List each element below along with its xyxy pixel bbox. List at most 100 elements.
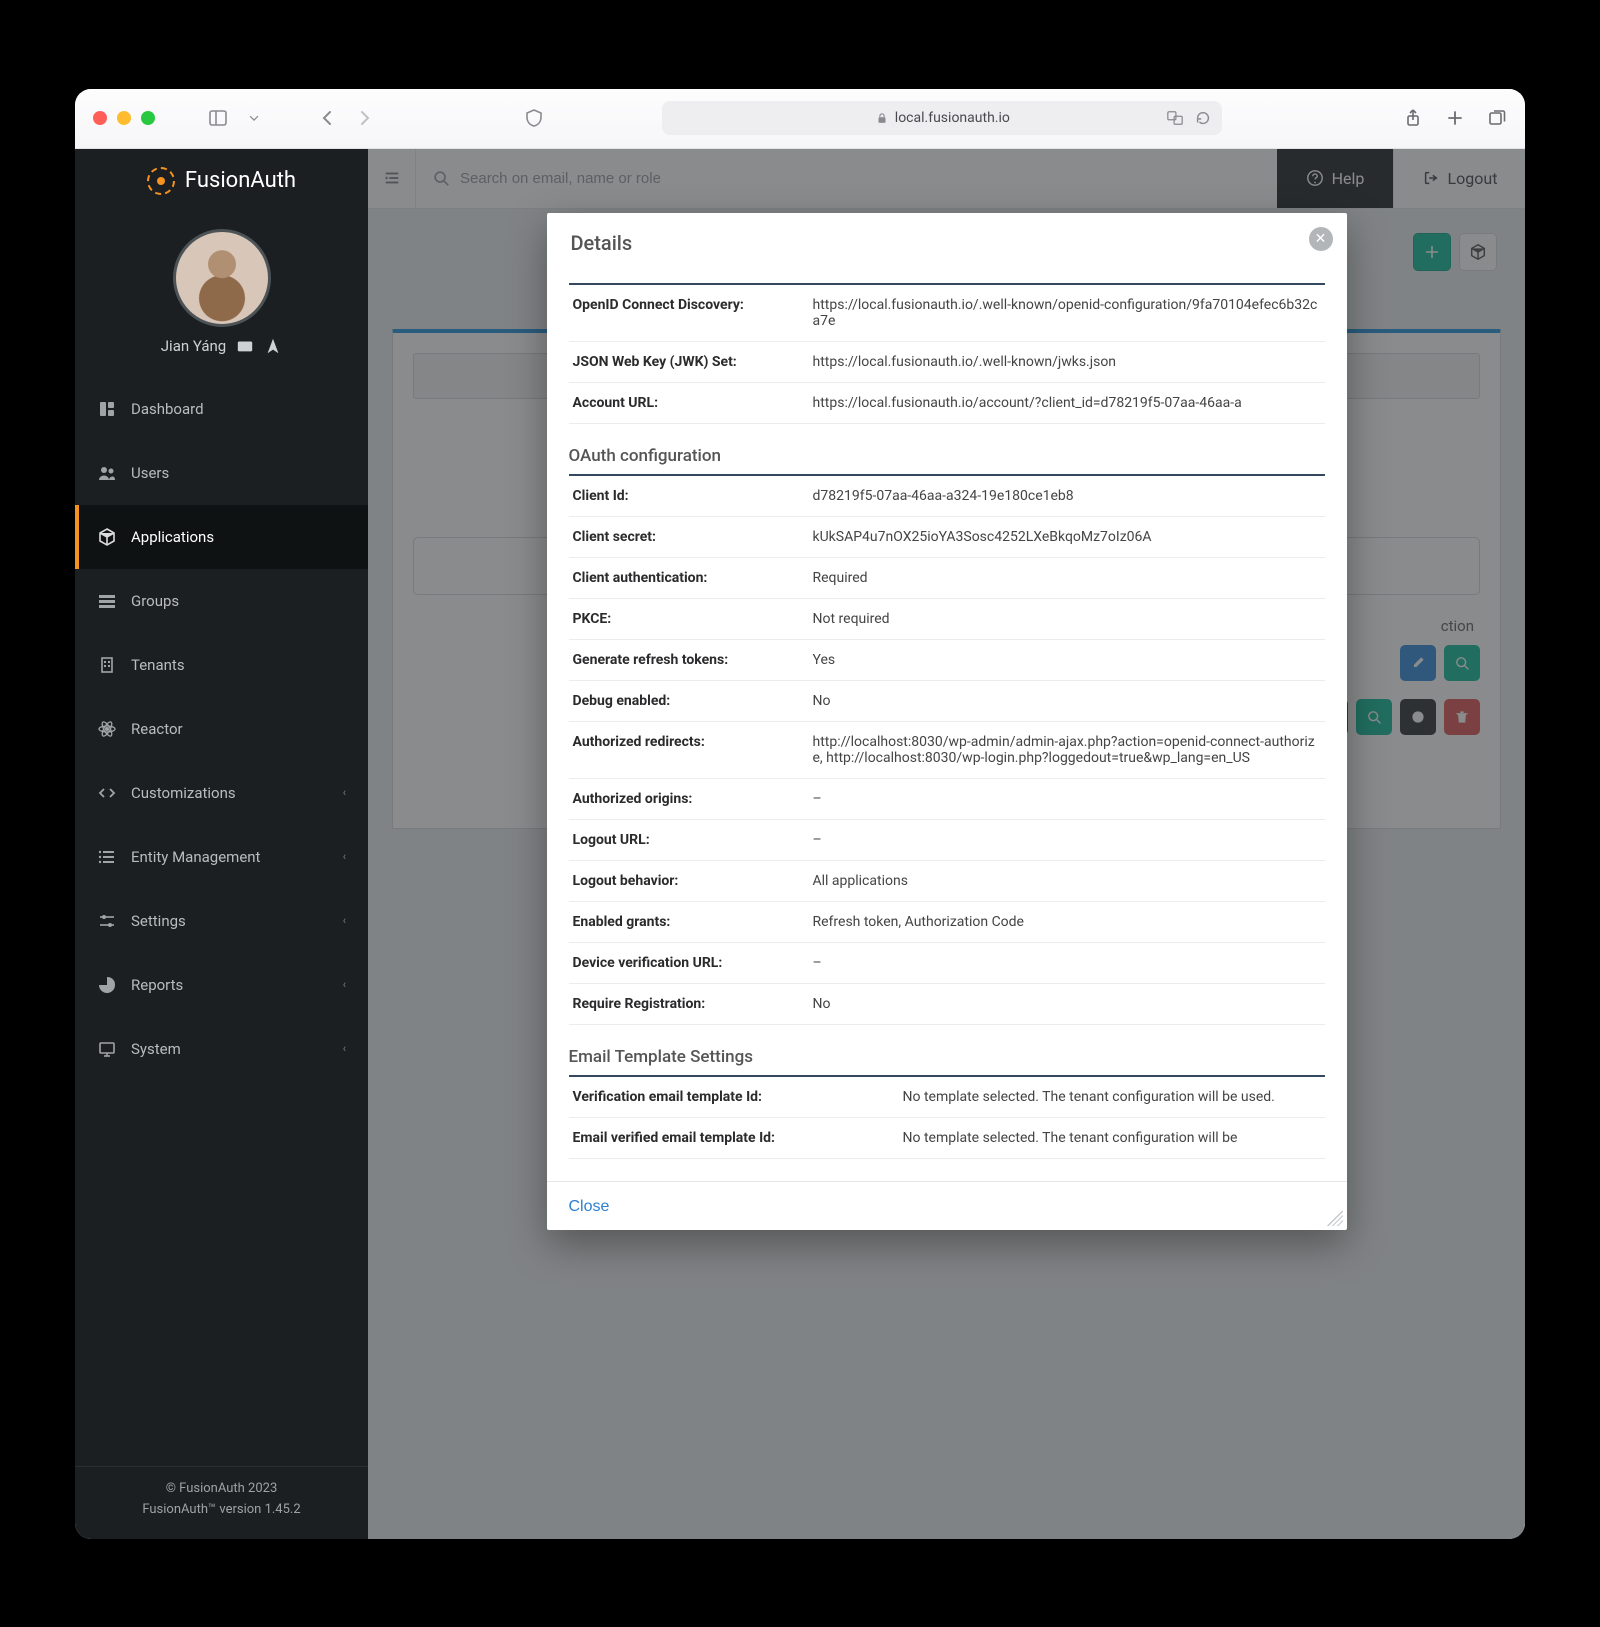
sidebar-item-applications[interactable]: Applications bbox=[75, 505, 368, 569]
urls-section: OpenID Connect Discovery: https://local.f… bbox=[569, 283, 1325, 424]
back-button[interactable] bbox=[317, 107, 339, 129]
detail-label: PKCE: bbox=[573, 611, 793, 627]
detail-value: – bbox=[813, 791, 1321, 807]
sidebar-item-label: Users bbox=[131, 464, 169, 482]
url-bar[interactable]: local.fusionauth.io bbox=[662, 101, 1222, 135]
main: Help Logout bbox=[368, 149, 1525, 1539]
groups-icon bbox=[97, 591, 117, 611]
sidebar-item-dashboard[interactable]: Dashboard bbox=[75, 377, 368, 441]
copyright-text: © FusionAuth 2023 bbox=[75, 1479, 368, 1500]
detail-label: Device verification URL: bbox=[573, 955, 793, 971]
detail-row: Account URL: https://local.fusionauth.io/… bbox=[569, 383, 1325, 424]
detail-value: https://local.fusionauth.io/.well-known/… bbox=[813, 354, 1321, 370]
detail-value: Yes bbox=[813, 652, 1321, 668]
cube-icon bbox=[97, 527, 117, 547]
detail-label: Client secret: bbox=[573, 529, 793, 545]
id-card-icon[interactable] bbox=[236, 337, 254, 355]
logo: FusionAuth bbox=[75, 149, 368, 213]
sidebar-item-reactor[interactable]: Reactor bbox=[75, 697, 368, 761]
modal-body[interactable]: OpenID Connect Discovery: https://local.f… bbox=[547, 273, 1347, 1181]
logo-icon bbox=[147, 167, 175, 195]
detail-row: Device verification URL:– bbox=[569, 943, 1325, 984]
resize-handle[interactable] bbox=[1327, 1210, 1343, 1226]
detail-label: Logout behavior: bbox=[573, 873, 793, 889]
sidebar-item-label: Groups bbox=[131, 592, 179, 610]
sidebar-footer: © FusionAuth 2023 FusionAuth™ version 1.… bbox=[75, 1466, 368, 1539]
detail-value: Refresh token, Authorization Code bbox=[813, 914, 1321, 930]
minimize-window-button[interactable] bbox=[117, 111, 131, 125]
detail-label: Logout URL: bbox=[573, 832, 793, 848]
detail-row: Authorized redirects:http://localhost:80… bbox=[569, 722, 1325, 779]
version-text: FusionAuth™ version 1.45.2 bbox=[75, 1500, 368, 1521]
chevron-left-icon: ‹ bbox=[343, 978, 346, 991]
detail-label: Client Id: bbox=[573, 488, 793, 504]
sidebar-item-system[interactable]: System‹ bbox=[75, 1017, 368, 1081]
chevron-left-icon: ‹ bbox=[343, 850, 346, 863]
detail-value: https://local.fusionauth.io/account/?cli… bbox=[813, 395, 1321, 411]
oauth-section: Client Id:d78219f5-07aa-46aa-a324-19e180… bbox=[569, 474, 1325, 1025]
detail-row: PKCE: Not required bbox=[569, 599, 1325, 640]
browser-chrome: local.fusionauth.io bbox=[75, 89, 1525, 149]
detail-row: OpenID Connect Discovery: https://local.f… bbox=[569, 285, 1325, 342]
modal-overlay[interactable]: Details ✕ OpenID Connect Discovery: https… bbox=[368, 149, 1525, 1539]
tabs-icon[interactable] bbox=[1487, 108, 1507, 128]
detail-label: OpenID Connect Discovery: bbox=[573, 297, 793, 329]
atom-icon bbox=[97, 719, 117, 739]
detail-row: Client Id:d78219f5-07aa-46aa-a324-19e180… bbox=[569, 476, 1325, 517]
detail-row: Client authentication:Required bbox=[569, 558, 1325, 599]
privacy-shield-icon[interactable] bbox=[523, 107, 545, 129]
detail-row: Enabled grants: Refresh token, Authorizat… bbox=[569, 902, 1325, 943]
sidebar: FusionAuth Jian Yáng DashboardUsersAppli… bbox=[75, 149, 368, 1539]
detail-value: All applications bbox=[813, 873, 1321, 889]
avatar[interactable] bbox=[173, 229, 271, 327]
sidebar-item-customizations[interactable]: Customizations‹ bbox=[75, 761, 368, 825]
modal-footer: Close bbox=[547, 1181, 1347, 1230]
tab-group-dropdown[interactable] bbox=[243, 107, 265, 129]
detail-label: Enabled grants: bbox=[573, 914, 793, 930]
detail-row: JSON Web Key (JWK) Set:https://local.fus… bbox=[569, 342, 1325, 383]
location-icon[interactable] bbox=[264, 337, 282, 355]
browser-window: local.fusionauth.io FusionAuth bbox=[75, 89, 1525, 1539]
close-window-button[interactable] bbox=[93, 111, 107, 125]
maximize-window-button[interactable] bbox=[141, 111, 155, 125]
detail-label: Authorized redirects: bbox=[573, 734, 793, 766]
detail-value: No template selected. The tenant configu… bbox=[903, 1130, 1321, 1146]
monitor-icon bbox=[97, 1039, 117, 1059]
reload-icon[interactable] bbox=[1194, 109, 1212, 127]
sidebar-toggle-button[interactable] bbox=[207, 107, 229, 129]
detail-label: Account URL: bbox=[573, 395, 793, 411]
list-icon bbox=[97, 847, 117, 867]
window-controls bbox=[93, 111, 155, 125]
sidebar-item-entity-management[interactable]: Entity Management ‹ bbox=[75, 825, 368, 889]
detail-row: Client secret:kUkSAP4u7nOX25ioYA3Sosc425… bbox=[569, 517, 1325, 558]
sidebar-item-label: Entity Management bbox=[131, 848, 260, 866]
url-host: local.fusionauth.io bbox=[895, 110, 1010, 126]
pie-icon bbox=[97, 975, 117, 995]
sliders-icon bbox=[97, 911, 117, 931]
building-icon bbox=[97, 655, 117, 675]
users-icon bbox=[97, 463, 117, 483]
modal-close-button[interactable]: ✕ bbox=[1309, 227, 1333, 251]
sidebar-item-settings[interactable]: Settings‹ bbox=[75, 889, 368, 953]
modal-title: Details bbox=[571, 231, 633, 255]
sidebar-item-label: System bbox=[131, 1040, 181, 1058]
detail-value: https://local.fusionauth.io/.well-known/… bbox=[813, 297, 1321, 329]
modal-close-link[interactable]: Close bbox=[569, 1198, 610, 1216]
share-icon[interactable] bbox=[1403, 108, 1423, 128]
new-tab-icon[interactable] bbox=[1445, 108, 1465, 128]
detail-value: Not required bbox=[813, 611, 1321, 627]
detail-row: Logout behavior: All applications bbox=[569, 861, 1325, 902]
sidebar-item-users[interactable]: Users bbox=[75, 441, 368, 505]
sidebar-item-label: Customizations bbox=[131, 784, 236, 802]
sidebar-item-reports[interactable]: Reports ‹ bbox=[75, 953, 368, 1017]
sidebar-item-label: Reports bbox=[131, 976, 183, 994]
app-frame: FusionAuth Jian Yáng DashboardUsersAppli… bbox=[75, 149, 1525, 1539]
translate-icon[interactable] bbox=[1166, 109, 1184, 127]
detail-value: – bbox=[813, 832, 1321, 848]
sidebar-menu: DashboardUsersApplicationsGroupsTenantsR… bbox=[75, 377, 368, 1081]
detail-value: No bbox=[813, 693, 1321, 709]
forward-button[interactable] bbox=[353, 107, 375, 129]
sidebar-item-tenants[interactable]: Tenants bbox=[75, 633, 368, 697]
sidebar-item-groups[interactable]: Groups bbox=[75, 569, 368, 633]
detail-row: Authorized origins:– bbox=[569, 779, 1325, 820]
